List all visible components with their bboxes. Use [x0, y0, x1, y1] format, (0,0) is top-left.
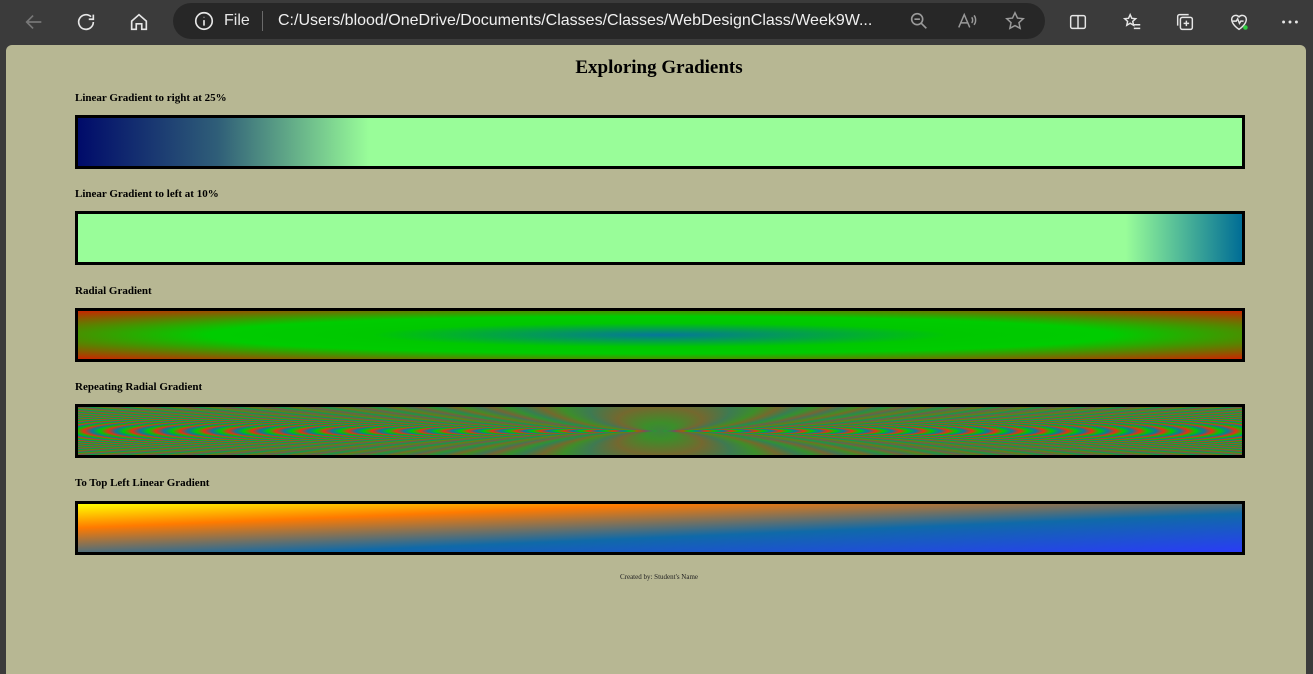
gradient-bar-radial — [75, 308, 1245, 362]
page-content: Exploring Gradients Linear Gradient to r… — [6, 45, 1306, 674]
heart-pulse-icon — [1230, 14, 1248, 31]
gradient-bar-linear-left — [75, 211, 1245, 265]
favorites-button[interactable] — [1115, 5, 1149, 39]
back-arrow-icon — [25, 14, 42, 30]
favorite-star-icon[interactable] — [1004, 10, 1026, 32]
read-aloud-icon[interactable] — [956, 10, 978, 32]
gradient-bar-repeating-radial — [75, 404, 1245, 458]
site-info-label[interactable]: File — [224, 12, 250, 30]
section-label-repeating-radial: Repeating Radial Gradient — [75, 381, 203, 393]
collections-button[interactable] — [1168, 5, 1202, 39]
address-divider — [262, 11, 263, 31]
page-title: Exploring Gradients — [575, 57, 743, 78]
home-icon — [130, 13, 148, 31]
zoom-out-icon[interactable] — [908, 10, 930, 32]
gradient-bar-top-left — [75, 501, 1245, 555]
back-button[interactable] — [17, 5, 51, 39]
info-icon[interactable] — [193, 10, 215, 32]
collections-icon — [1176, 13, 1194, 31]
more-dots-icon — [1282, 20, 1298, 24]
favorites-list-icon — [1122, 12, 1141, 30]
more-menu-button[interactable] — [1273, 5, 1307, 39]
address-bar[interactable]: File C:/Users/blood/OneDrive/Documents/C… — [173, 3, 1045, 39]
footer-credit: Created by: Student's Name — [619, 573, 699, 581]
refresh-button[interactable] — [69, 5, 103, 39]
url-text[interactable]: C:/Users/blood/OneDrive/Documents/Classe… — [278, 12, 898, 30]
browser-toolbar: File C:/Users/blood/OneDrive/Documents/C… — [0, 0, 1313, 44]
section-label-linear-left: Linear Gradient to left at 10% — [75, 188, 219, 200]
home-button[interactable] — [122, 5, 156, 39]
split-screen-icon — [1069, 14, 1087, 30]
browser-essentials-button[interactable] — [1222, 5, 1256, 39]
section-label-linear-right: Linear Gradient to right at 25% — [75, 92, 227, 104]
gradient-bar-linear-right — [75, 115, 1245, 169]
refresh-icon — [77, 13, 95, 31]
section-label-radial: Radial Gradient — [75, 285, 152, 297]
section-label-top-left: To Top Left Linear Gradient — [75, 477, 210, 489]
split-screen-button[interactable] — [1061, 5, 1095, 39]
